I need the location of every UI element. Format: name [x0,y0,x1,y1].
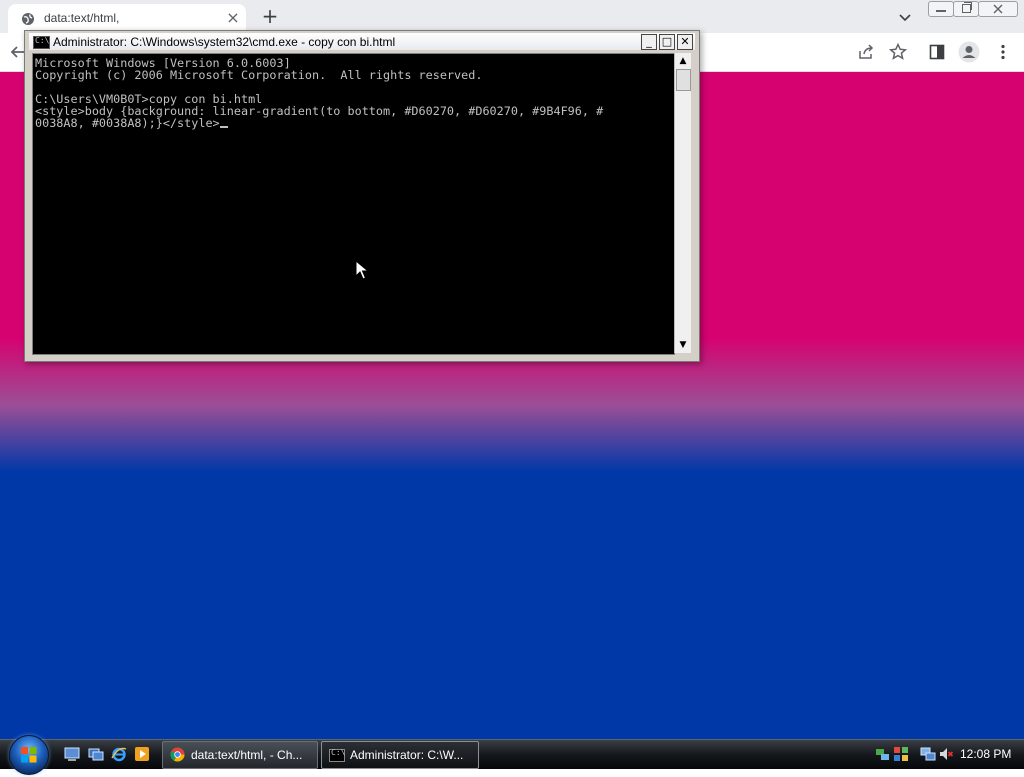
browser-close-button[interactable] [978,1,1018,17]
bookmark-star-icon[interactable] [888,42,908,62]
browser-minimize-button[interactable] [928,1,954,17]
cmd-close-button[interactable]: ✕ [677,34,693,50]
network-connection-icon[interactable] [920,746,936,762]
profile-avatar-icon[interactable] [958,41,980,63]
browser-restore-button[interactable] [953,1,979,17]
close-icon [993,4,1003,14]
taskbar-button-cmd[interactable]: C:\ Administrator: C:\W... [321,741,479,769]
tab-close-icon[interactable]: × [225,9,241,27]
mouse-pointer-icon [355,260,369,280]
new-tab-button[interactable]: + [260,6,280,26]
share-icon[interactable] [856,42,876,62]
taskbar-button-label: data:text/html, - Ch... [191,748,303,762]
cmd-window[interactable]: C:\ Administrator: C:\Windows\system32\c… [24,30,700,362]
text-cursor [219,126,228,128]
taskbar: data:text/html, - Ch... C:\ Administrato… [0,735,1024,775]
cmd-vertical-scrollbar[interactable]: ▲ ▼ [674,53,691,353]
security-center-icon[interactable] [893,746,909,762]
taskbar-button-label: Administrator: C:\W... [350,748,464,762]
show-desktop-icon[interactable] [64,746,80,762]
cmd-maximize-button[interactable]: □ [659,34,675,50]
console-line: 0038A8, #0038A8);}</style> [35,116,220,130]
browser-tab[interactable]: data:text/html, × [8,4,246,33]
cmd-icon: C:\ [329,748,345,762]
switch-windows-icon[interactable] [88,746,104,762]
volume-muted-icon[interactable] [938,746,954,762]
cmd-titlebar[interactable]: C:\ Administrator: C:\Windows\system32\c… [29,33,695,50]
chrome-icon [170,747,185,762]
console-line: Copyright (c) 2006 Microsoft Corporation… [35,68,483,82]
cmd-window-title: Administrator: C:\Windows\system32\cmd.e… [53,35,396,49]
media-player-icon[interactable] [134,746,150,762]
internet-explorer-icon[interactable] [111,746,127,762]
windows-logo-icon [21,747,37,763]
tab-title: data:text/html, [44,11,120,25]
cmd-console-area[interactable]: Microsoft Windows [Version 6.0.6003] Cop… [32,53,675,355]
taskbar-clock[interactable]: 12:08 PM [960,747,1011,761]
start-button[interactable] [9,735,49,775]
side-panel-icon[interactable] [927,42,947,62]
scroll-thumb[interactable] [676,69,691,91]
globe-icon [22,13,34,25]
scroll-up-arrow-icon[interactable]: ▲ [675,54,691,68]
scroll-down-arrow-icon[interactable]: ▼ [675,338,691,352]
browser-tab-strip: data:text/html, × + [0,0,1024,33]
system-tray: 12:08 PM [866,741,1024,768]
network-status-icon[interactable] [875,746,891,762]
cmd-minimize-button[interactable]: _ [641,34,657,50]
taskbar-button-chrome[interactable]: data:text/html, - Ch... [162,741,318,769]
cmd-icon: C:\ [33,36,50,49]
kebab-menu-icon[interactable] [993,42,1013,62]
chevron-down-icon[interactable] [896,8,914,26]
cmd-console-output: Microsoft Windows [Version 6.0.6003] Cop… [35,57,603,129]
